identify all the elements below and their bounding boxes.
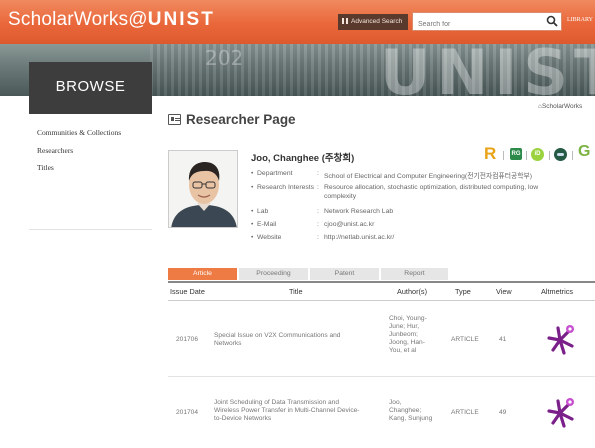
researcher-photo — [168, 150, 238, 228]
table-header — [168, 281, 595, 301]
researchgate-icon[interactable]: RG — [510, 148, 522, 160]
title-line: Wireless Power Transfer in Multi-Channel… — [214, 407, 360, 414]
altmetric-icon[interactable] — [545, 396, 579, 430]
advanced-search-label: Advanced Search — [351, 18, 403, 25]
row1-authors: Choi, Young- June; Hur, Junbeom; Joong, … — [389, 315, 427, 355]
row1-view: 41 — [499, 336, 507, 343]
site-logo[interactable]: ScholarWorks@UNIST — [8, 9, 215, 31]
tab-patent[interactable]: Patent — [310, 268, 380, 280]
tab-article[interactable]: Article — [168, 268, 238, 280]
row2-title-link[interactable]: Joint Scheduling of Data Transmission an… — [214, 399, 359, 423]
researcher-name: Joo, Changhee (주창희) — [251, 153, 355, 164]
orcid-icon[interactable]: iD — [531, 148, 544, 161]
row1-type: ARTICLE — [451, 336, 479, 343]
title-line: Special Issue on V2X Communications and — [214, 332, 341, 339]
research-interests-value-cont: complexity — [324, 193, 357, 200]
sidebar-item-titles[interactable]: Titles — [37, 163, 54, 172]
grid-icon — [342, 18, 348, 24]
icon-divider — [503, 151, 504, 160]
email-link[interactable]: cjoo@unist.ac.kr — [324, 221, 374, 228]
col-view[interactable]: View — [496, 287, 512, 296]
row2-date: 201704 — [176, 409, 199, 416]
field-website: • Website: — [251, 234, 319, 241]
field-label: E-Mail — [257, 221, 277, 228]
author-line: Joong, Han- — [389, 339, 425, 346]
browse-title: BROWSE — [55, 78, 126, 95]
search-box — [412, 12, 562, 33]
row2-type: ARTICLE — [451, 409, 479, 416]
row2-view: 49 — [499, 409, 507, 416]
page-title: Researcher Page — [186, 112, 296, 127]
author-line: Junbeom; — [389, 331, 418, 338]
library-link[interactable]: LIBRARY — [567, 17, 593, 23]
altmetric-icon[interactable] — [545, 323, 579, 357]
department-value: School of Electrical and Computer Engine… — [324, 173, 532, 180]
search-icon[interactable] — [546, 15, 558, 27]
brand-suffix: UNIST — [147, 9, 215, 30]
field-label: Website — [257, 234, 282, 241]
banner-number: 202 — [205, 46, 244, 70]
icon-divider — [572, 151, 573, 160]
icon-divider — [526, 151, 527, 160]
field-research-interests: • Research Interests: — [251, 184, 319, 191]
tab-report[interactable]: Report — [381, 268, 449, 280]
field-label: Research Interests — [257, 184, 315, 191]
sidebar-item-communities[interactable]: Communities & Collections — [37, 128, 121, 137]
field-lab: • Lab: — [251, 208, 319, 215]
sidebar-item-researchers[interactable]: Researchers — [37, 146, 73, 155]
website-link[interactable]: http://netlab.unist.ac.kr/ — [324, 234, 394, 241]
row2-authors: Joo, Changhee; Kang, Sunjung — [389, 399, 432, 423]
breadcrumb[interactable]: ⌂ScholarWorks — [538, 103, 582, 110]
search-input[interactable] — [413, 16, 533, 33]
col-title[interactable]: Title — [289, 287, 303, 296]
col-altmetrics[interactable]: Altmetrics — [541, 287, 573, 296]
author-line: Joo, — [389, 399, 402, 406]
advanced-search-button[interactable]: Advanced Search — [338, 14, 408, 30]
brand-prefix: ScholarWorks@ — [8, 9, 148, 30]
field-label: Department — [257, 170, 293, 177]
field-email: • E-Mail: — [251, 221, 319, 228]
browse-panel: BROWSE — [29, 62, 152, 114]
col-type[interactable]: Type — [455, 287, 471, 296]
breadcrumb-label: ScholarWorks — [541, 103, 583, 110]
tab-proceeding[interactable]: Proceeding — [239, 268, 309, 280]
col-issue-date[interactable]: Issue Date — [170, 287, 205, 296]
sidebar-divider — [29, 229, 152, 230]
researcherid-icon[interactable]: R — [484, 144, 496, 164]
google-scholar-icon[interactable]: G — [578, 143, 590, 161]
top-header: ScholarWorks@UNIST Advanced Search LIBRA… — [0, 0, 595, 44]
author-line: Choi, Young- — [389, 315, 427, 322]
row-divider — [168, 376, 595, 377]
row1-title-link[interactable]: Special Issue on V2X Communications and … — [214, 332, 340, 348]
field-department: • Department: — [251, 170, 319, 177]
title-line: to-Device Networks — [214, 415, 272, 422]
author-line: Changhee; — [389, 407, 422, 414]
research-interests-value: Resource allocation, stochastic optimiza… — [324, 184, 539, 191]
row1-date: 201706 — [176, 336, 199, 343]
banner-letters: UNIST — [380, 44, 595, 96]
title-line: Joint Scheduling of Data Transmission an… — [214, 399, 339, 406]
col-authors[interactable]: Author(s) — [397, 287, 427, 296]
portrait-image — [169, 151, 237, 227]
title-line: Networks — [214, 340, 242, 347]
author-line: Kang, Sunjung — [389, 415, 433, 422]
scopus-icon[interactable] — [554, 148, 567, 161]
id-card-icon — [168, 114, 181, 125]
author-line: June; Hur, — [389, 323, 420, 330]
icon-divider — [549, 151, 550, 160]
field-label: Lab — [257, 208, 269, 215]
author-line: You, et al — [389, 347, 417, 354]
lab-value: Network Research Lab — [324, 208, 394, 215]
